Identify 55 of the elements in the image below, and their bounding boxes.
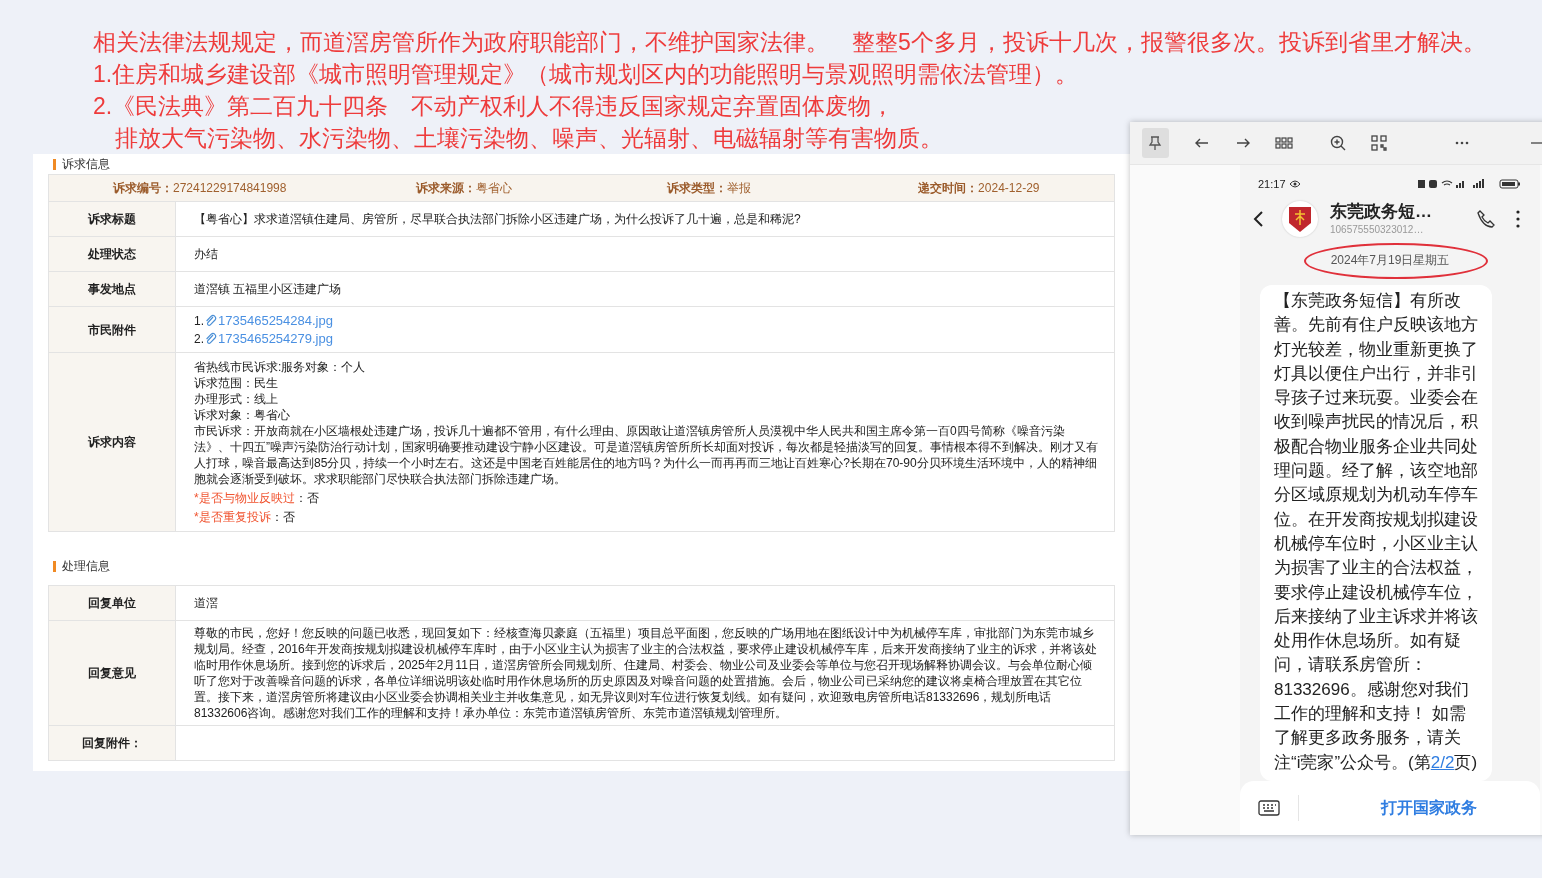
keyboard-icon[interactable] <box>1258 800 1282 816</box>
page-link[interactable]: 2/2 <box>1430 752 1455 772</box>
paperclip-icon <box>204 313 218 328</box>
field-value: 【粤省心】求求道滘镇住建局、房管所，尽早联合执法部门拆除小区违建广场，为什么投诉了几十遍，总是和稀泥? <box>194 211 802 228</box>
field-label: 回复附件： <box>49 726 176 760</box>
message-text: 【东莞政务短信】有所改善。先前有住户反映该地方灯光较差，物业重新更换了灯具以便住户出行，并非引导孩子过来玩耍。业委会在收到噪声扰民的情况后，积极配合物业服务企业共同处理问题。经了解，该空地部分区域原规划为机动车停车位。在开发商按规划拟建设机械停车位时，小区业主认为损害了业主的合法权益，要求停止建设机械停车位，后来接纳了业主诉求并将该处用作休息场所。如有疑问，请联系房管所：81332696。感谢您对我们工作的理解和支持！ 如需了解更多政务服务，请关注“i莞家”公众号。(第2/2页) <box>1274 290 1479 774</box>
info-label: 诉求编号： <box>113 180 173 197</box>
field-label: 回复意见 <box>49 621 176 725</box>
field-label: 市民附件 <box>49 307 176 352</box>
paperclip-icon <box>204 331 218 346</box>
answer-text: ：否 <box>294 490 319 506</box>
info-label: 诉求类型： <box>667 180 728 197</box>
attachment-link[interactable]: 1735465254284.jpg <box>218 311 333 330</box>
field-label: 事发地点 <box>49 272 176 306</box>
open-service-button[interactable]: 打开国家政务 <box>1381 796 1477 820</box>
pin-icon[interactable] <box>1142 128 1169 158</box>
annotation-text: 2.《民法典》第二百九十四条 不动产权利人不得违反国家规定弃置固体废物， <box>93 92 895 121</box>
info-value: 27241229174841998 <box>173 180 287 197</box>
section-marker <box>53 158 56 170</box>
contact-name: 东莞政务短… <box>1330 201 1433 223</box>
list-number: 2. <box>194 330 204 348</box>
field-label: 回复单位 <box>49 586 176 620</box>
info-value: 粤省心 <box>475 180 512 197</box>
section-marker <box>53 560 56 572</box>
question-label: *是否重复投诉 <box>194 509 271 525</box>
info-value: 2024-12-29 <box>978 180 1040 197</box>
message-date: 2024年7月19日星期五 <box>1330 252 1450 269</box>
question-label: *是否与物业反映过 <box>194 490 295 506</box>
field-value: 办结 <box>194 246 219 263</box>
annotation-text: 排放大气污染物、水污染物、土壤污染物、噪声、光辐射、电磁辐射等有害物质。 <box>115 124 943 153</box>
phone-number: 106575550323012… <box>1330 223 1425 237</box>
content-text: 诉求对象：粤省心 <box>194 407 291 423</box>
section-title: 处理信息 <box>62 558 110 575</box>
field-value: 道滘镇 五福里小区违建广场 <box>194 281 343 298</box>
eye-icon <box>1288 180 1301 188</box>
content-text: 市民诉求：开放商就在小区墙根处违建广场，投诉几十遍都不管用，有什么理由、原因敢让道滘镇房管所人员漠视中华人民共和国主席令第一百0四号简称《噪音污染法》、十四五”噪声污染防治行动计划，国家明确要推动建设宁静小区建设。可是道滘镇房管所所长却面对投诉，每次都是轻描淡写的回复。事情根本得不到解决。刚才又有人打球，噪音最高达到85分贝，持续一个小时左右。这还是中国老百姓能居住的地方吗？为什么一而再再而三地让百姓寒心?长期在70-90分贝环境生活环境中，人的精神细胞就会逐渐受到破坏。求求职能部门尽快联合执法部门拆除违建广场。 <box>194 423 1099 487</box>
reply-text: 尊敬的市民，您好！您反映的问题已收悉，现回复如下：经核查海贝豪庭（五福里）项目总平面图，您反映的广场用地在图纸设计中为机械停车库，审批部门为东莞市城乡规划局。经查，2016年开发商按规划拟建设机械停车库时，由于小区业主认为损害了业主的合法权益，要求停止建设机械停车库，后来开发商接纳了业主的诉求，并将该处临时用作休息场所。接到您的诉求后，2025年2月11日，道滘房管所会同规划所、住建局、村委会、物业公司及业委会等单位与您召开现场解释协调会议。与会单位耐心倾听了您对于改善噪音问题的诉求，各单位详细说明该处临时用作休息场所的历史原因及对噪音问题的处置措施。会后，物业公司已采纳您的建议将桌椅合理放置在其它位置。接下来，道滘房管所将建议由小区业委会协调相关业主并收集意见，如无异议则对车位进行恢复划线。如有疑问，欢迎致电房管所电话81332696，规划所电话81332606咨询。感谢您对我们工作的理解和支持！承办单位：东莞市道滘镇房管所、东莞市道滘镇规划管理所。 <box>194 625 1098 721</box>
content-text: 省热线市民诉求:服务对象：个人 <box>194 359 367 375</box>
field-label: 处理状态 <box>49 237 176 271</box>
reply-text: 道滘 <box>194 595 219 611</box>
field-label: 诉求标题 <box>49 202 176 236</box>
list-number: 1. <box>194 312 204 330</box>
content-text: 诉求范围：民生 <box>194 375 279 391</box>
annotation-text: 1.住房和城乡建设部《城市照明管理规定》（城市规划区内的功能照明与景观照明需依法管理）。 <box>93 60 1079 89</box>
avatar-emblem-icon <box>1282 201 1318 237</box>
info-label: 诉求来源： <box>415 180 476 197</box>
field-label: 诉求内容 <box>49 353 176 531</box>
section-title: 诉求信息 <box>62 156 110 173</box>
annotation-text: 相关法律法规规定，而道滘房管所作为政府职能部门，不维护国家法律。 整整5个多月，投诉十几次，报警很多次。投诉到省里才解决。 <box>93 28 1486 57</box>
info-value: 举报 <box>727 180 752 197</box>
answer-text: ：否 <box>270 509 295 525</box>
attachment-link[interactable]: 1735465254279.jpg <box>218 329 333 348</box>
status-time: 21:17 <box>1258 176 1286 192</box>
content-text: 办理形式：线上 <box>194 391 279 407</box>
info-label: 递交时间： <box>918 180 979 197</box>
